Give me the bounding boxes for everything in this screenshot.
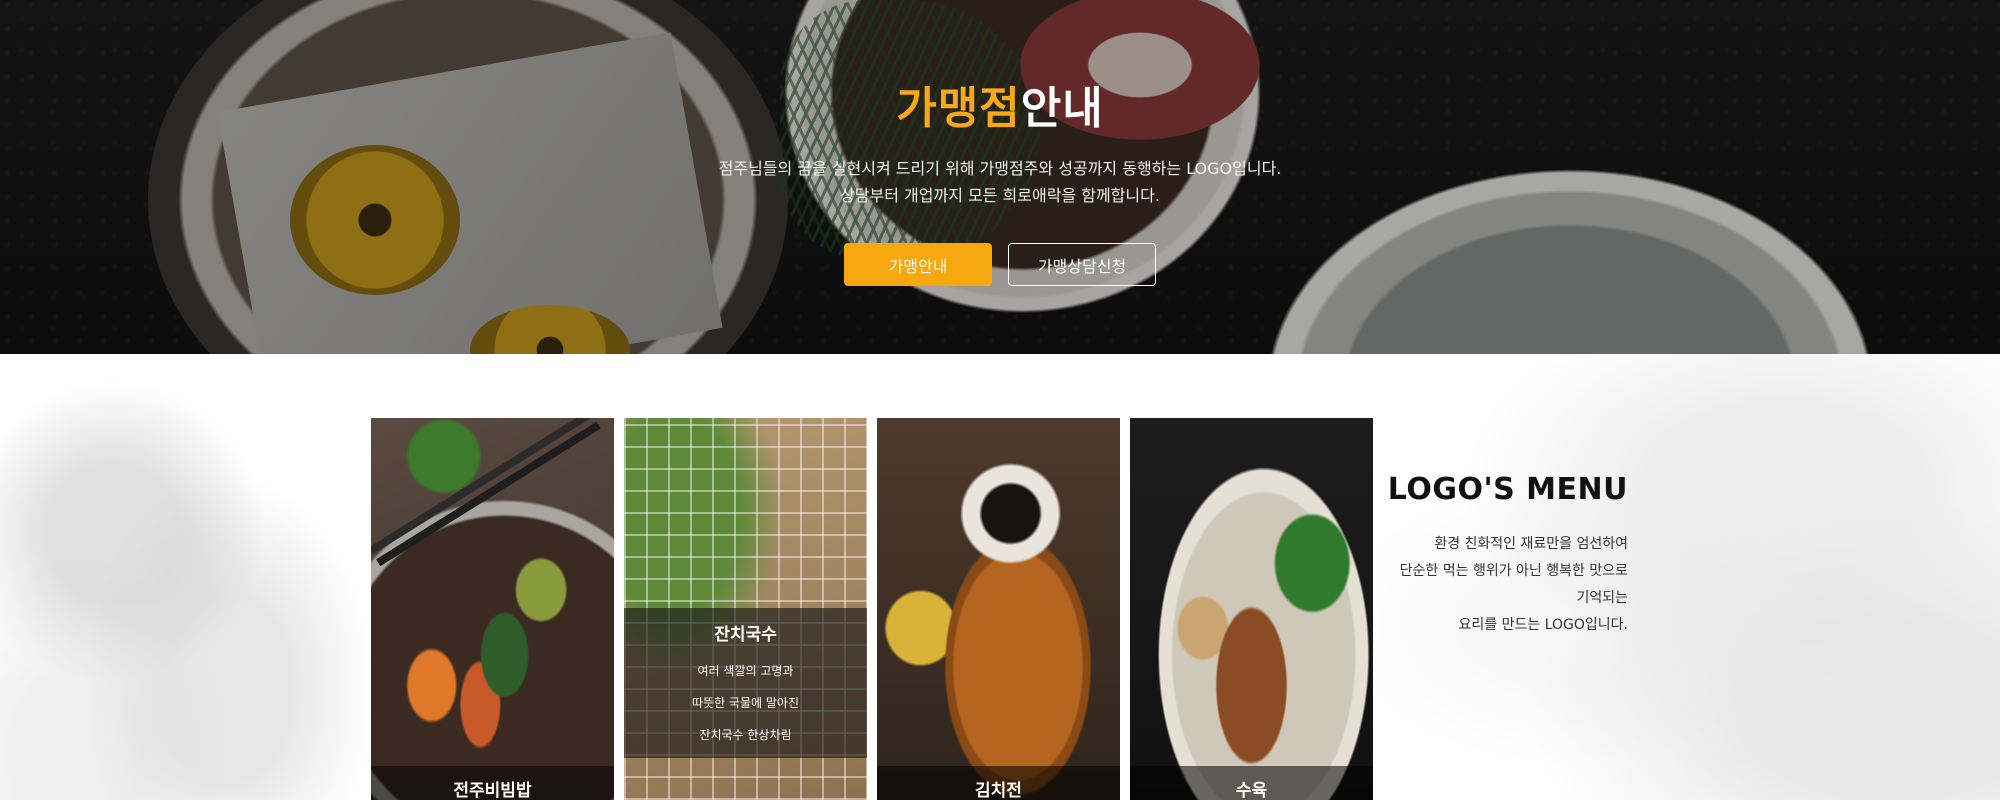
menu-info: LOGO'S MENU 환경 친화적인 재료만을 엄선하여 단순한 먹는 행위가…: [1380, 472, 1628, 639]
menu-card-suyuk[interactable]: 수육: [1130, 418, 1373, 800]
menu-card-title: 전주비빔밥: [371, 766, 614, 800]
suyuk-image: [1130, 418, 1373, 800]
hero-desc-line: 상담부터 개업까지 모든 희로애락을 함께합니다.: [840, 186, 1160, 205]
franchise-hero: 가맹점안내 점주님들의 꿈을 실현시켜 드리기 위해 가맹점주와 성공까지 동행…: [0, 0, 2000, 354]
menu-card-title: 김치전: [877, 766, 1120, 800]
hero-buttons: 가맹안내 가맹상담신청: [0, 243, 2000, 286]
menu-desc-line: 요리를 만드는 LOGO입니다.: [1458, 617, 1628, 633]
overlay-title: 잔치국수: [714, 625, 777, 645]
menu-cards: 전주비빔밥 잔치국수 여러 색깔의 고명과 따뜻한 국물에 말아진 잔치국수 한…: [371, 418, 1373, 800]
menu-card-janchi-guksu[interactable]: 잔치국수 여러 색깔의 고명과 따뜻한 국물에 말아진 잔치국수 한상차림: [624, 418, 867, 800]
hero-desc-line: 점주님들의 꿈을 실현시켜 드리기 위해 가맹점주와 성공까지 동행하는 LOG…: [718, 159, 1282, 178]
menu-section-title: LOGO'S MENU: [1387, 472, 1628, 507]
menu-card-title: 수육: [1130, 766, 1373, 800]
franchise-consult-button[interactable]: 가맹상담신청: [1008, 243, 1156, 286]
menu-desc-line: 환경 친화적인 재료만을 엄선하여: [1434, 536, 1628, 552]
section-background: [0, 354, 380, 800]
overlay-desc-line: 잔치국수 한상차림: [699, 728, 792, 742]
overlay-desc-line: 따뜻한 국물에 말아진: [692, 696, 799, 710]
hero-title-rest: 안내: [1020, 83, 1104, 134]
hero-title: 가맹점안내: [0, 72, 2000, 136]
franchise-info-button[interactable]: 가맹안내: [844, 243, 992, 286]
menu-section: 전주비빔밥 잔치국수 여러 색깔의 고명과 따뜻한 국물에 말아진 잔치국수 한…: [0, 354, 2000, 800]
menu-description: 환경 친화적인 재료만을 엄선하여 단순한 먹는 행위가 아닌 행복한 맛으로 …: [1380, 531, 1628, 639]
menu-card-bibimbap[interactable]: 전주비빔밥: [371, 418, 614, 800]
menu-card-overlay: 잔치국수 여러 색깔의 고명과 따뜻한 국물에 말아진 잔치국수 한상차림: [624, 608, 867, 758]
menu-card-kimchijeon[interactable]: 김치전: [877, 418, 1120, 800]
hero-description: 점주님들의 꿈을 실현시켜 드리기 위해 가맹점주와 성공까지 동행하는 LOG…: [0, 155, 2000, 209]
overlay-desc-line: 여러 색깔의 고명과: [697, 664, 794, 678]
menu-desc-line: 기억되는: [1576, 590, 1628, 606]
hero-title-accent: 가맹점: [896, 83, 1021, 134]
kimchijeon-image: [877, 418, 1120, 800]
menu-desc-line: 단순한 먹는 행위가 아닌 행복한 맛으로: [1399, 563, 1628, 579]
